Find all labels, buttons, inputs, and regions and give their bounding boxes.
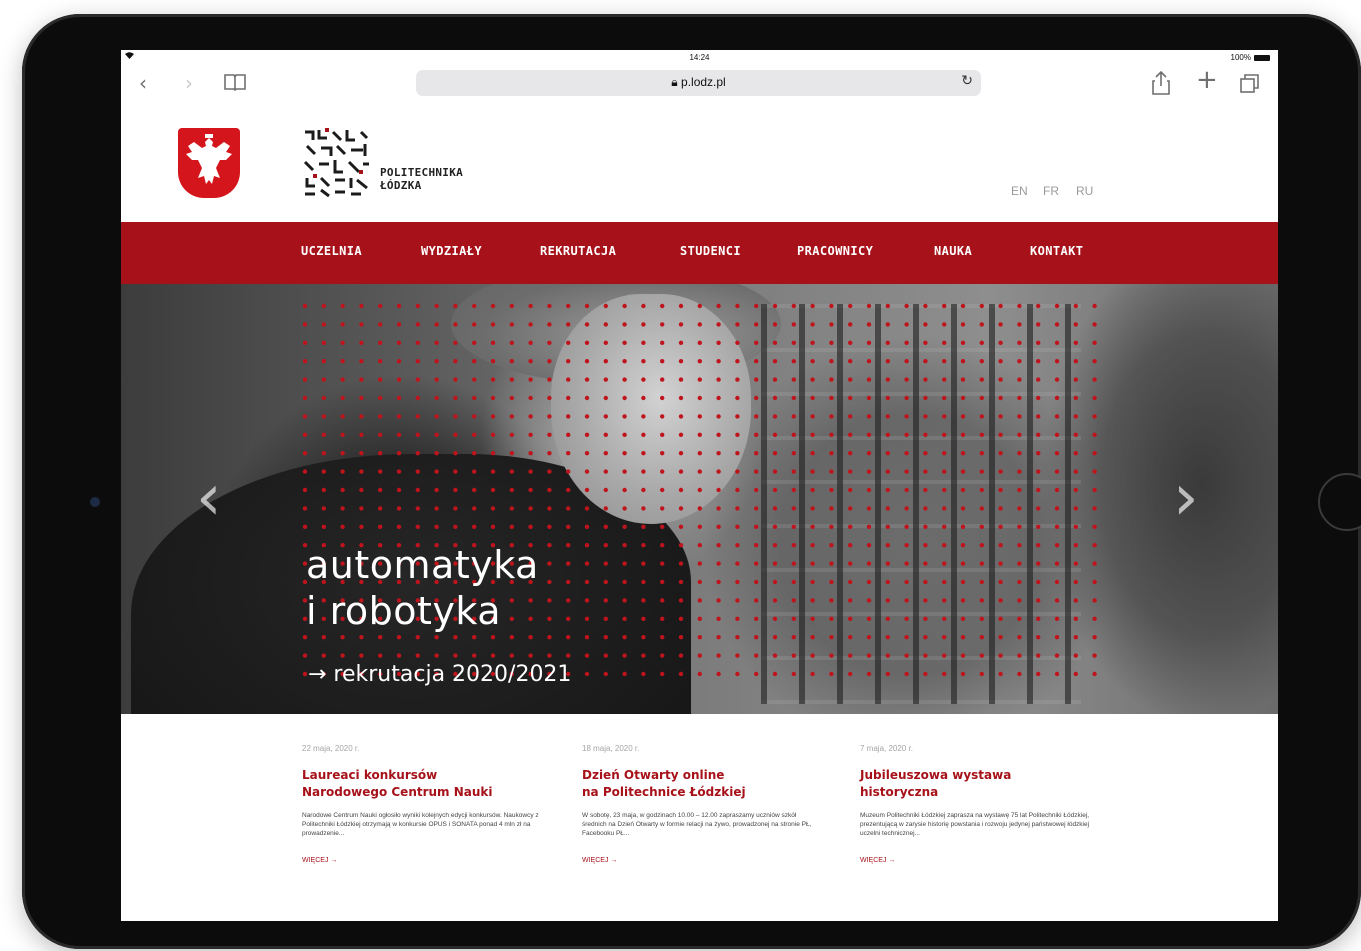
nav-item-uczelnia[interactable]: UCZELNIA	[301, 244, 362, 258]
university-logo-icon[interactable]	[301, 126, 371, 198]
news-excerpt: W sobotę, 23 maja, w godzinach 10.00 – 1…	[582, 812, 812, 837]
site-header: POLITECHNIKA ŁÓDZKA EN FR RU	[121, 104, 1278, 222]
logo-line-2: ŁÓDZKA	[380, 179, 422, 192]
main-nav: UCZELNIA WYDZIAŁY REKRUTACJA STUDENCI PR…	[121, 222, 1278, 284]
home-button[interactable]	[1318, 473, 1361, 531]
forward-icon[interactable]: ›	[185, 70, 193, 96]
slider-prev-arrow-icon[interactable]: ‹	[196, 466, 222, 530]
news-title-line: Laureaci konkursów	[302, 768, 438, 782]
news-excerpt: Muzeum Politechniki Łódzkiej zaprasza na…	[860, 812, 1090, 837]
university-name[interactable]: POLITECHNIKA ŁÓDZKA	[380, 166, 463, 192]
status-bar: 14:24 100%	[121, 50, 1278, 64]
news-title-line: historyczna	[860, 785, 939, 799]
hero-title: automatyka i robotyka	[306, 542, 539, 634]
news-title[interactable]: Jubileuszowa wystawa historyczna	[860, 767, 1100, 801]
hero-title-line-2: i robotyka	[306, 589, 502, 633]
front-camera	[90, 497, 100, 507]
news-card[interactable]: 18 maja, 2020 r. Dzień Otwarty online na…	[582, 744, 822, 864]
reload-icon[interactable]: ↻	[961, 73, 973, 89]
news-card[interactable]: 7 maja, 2020 r. Jubileuszowa wystawa his…	[860, 744, 1100, 864]
nav-item-wydzialy[interactable]: WYDZIAŁY	[421, 244, 482, 258]
news-more-link[interactable]: WIĘCEJ →	[302, 857, 542, 864]
battery-icon	[1254, 54, 1270, 61]
lock-icon: 🔒︎	[671, 75, 678, 89]
news-date: 22 maja, 2020 r.	[302, 744, 360, 753]
nav-item-pracownicy[interactable]: PRACOWNICY	[797, 244, 873, 258]
news-title-line: na Politechnice Łódzkiej	[582, 785, 746, 799]
logo-line-1: POLITECHNIKA	[380, 166, 464, 179]
browser-toolbar: ‹ › 🔒︎ p.lodz.pl ↻ +	[121, 64, 1278, 104]
hero-title-line-1: automatyka	[306, 543, 539, 587]
nav-item-studenci[interactable]: STUDENCI	[680, 244, 741, 258]
lang-en[interactable]: EN	[1011, 184, 1028, 198]
back-icon[interactable]: ‹	[139, 70, 147, 96]
new-tab-icon[interactable]: +	[1196, 67, 1218, 93]
book-icon[interactable]	[223, 72, 247, 98]
news-section: 22 maja, 2020 r. Laureaci konkursów Naro…	[121, 714, 1278, 921]
nav-item-nauka[interactable]: NAUKA	[934, 244, 972, 258]
dot-pattern	[302, 303, 1097, 677]
news-more-link[interactable]: WIĘCEJ →	[582, 857, 822, 864]
lang-ru[interactable]: RU	[1076, 184, 1093, 198]
url-text: 🔒︎ p.lodz.pl	[416, 75, 981, 90]
tabs-icon[interactable]	[1239, 72, 1261, 100]
news-title-line: Narodowego Centrum Nauki	[302, 785, 493, 799]
slider-next-arrow-icon[interactable]: ›	[1173, 466, 1199, 530]
news-date: 7 maja, 2020 r.	[860, 744, 913, 753]
nav-item-rekrutacja[interactable]: REKRUTACJA	[540, 244, 616, 258]
eagle-emblem-icon[interactable]	[178, 128, 240, 198]
hero-slider[interactable]: ‹ › automatyka i robotyka → rekrutacja 2…	[121, 284, 1278, 714]
news-title-line: Dzień Otwarty online	[582, 768, 725, 782]
battery-indicator: 100%	[1231, 53, 1270, 62]
url-bar[interactable]: 🔒︎ p.lodz.pl ↻	[416, 70, 981, 96]
battery-percent: 100%	[1230, 53, 1251, 62]
share-icon[interactable]	[1151, 70, 1171, 102]
news-title-line: Jubileuszowa wystawa	[860, 768, 1012, 782]
url-value: p.lodz.pl	[681, 75, 726, 89]
status-time: 14:24	[689, 53, 710, 62]
news-date: 18 maja, 2020 r.	[582, 744, 640, 753]
hero-recruitment-link[interactable]: → rekrutacja 2020/2021	[308, 662, 571, 687]
nav-item-kontakt[interactable]: KONTAKT	[1030, 244, 1083, 258]
screen: 14:24 100% ‹ › 🔒︎ p.lodz.pl ↻ + POLITECH…	[121, 50, 1278, 921]
lang-fr[interactable]: FR	[1043, 184, 1059, 198]
news-title[interactable]: Dzień Otwarty online na Politechnice Łód…	[582, 767, 822, 801]
news-card[interactable]: 22 maja, 2020 r. Laureaci konkursów Naro…	[302, 744, 542, 864]
news-excerpt: Narodowe Centrum Nauki ogłosiło wyniki k…	[302, 812, 539, 837]
news-more-link[interactable]: WIĘCEJ →	[860, 857, 1100, 864]
news-title[interactable]: Laureaci konkursów Narodowego Centrum Na…	[302, 767, 542, 801]
